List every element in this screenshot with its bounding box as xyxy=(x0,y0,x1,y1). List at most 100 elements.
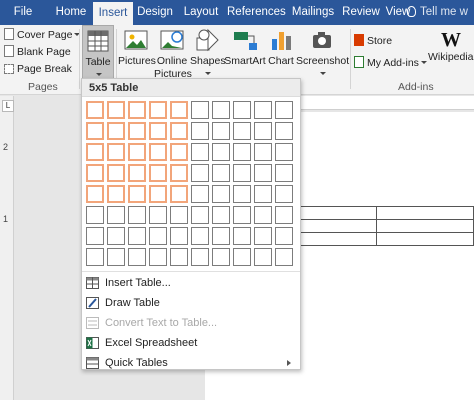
grid-cell[interactable] xyxy=(191,101,209,119)
tell-me-search[interactable]: Tell me w xyxy=(407,0,468,25)
grid-cell[interactable] xyxy=(254,206,272,224)
grid-cell[interactable] xyxy=(212,164,230,182)
grid-cell[interactable] xyxy=(86,227,104,245)
grid-cell-selected[interactable] xyxy=(128,122,146,140)
grid-cell[interactable] xyxy=(233,185,251,203)
grid-cell-selected[interactable] xyxy=(86,101,104,119)
tab-file[interactable]: File xyxy=(7,0,39,25)
grid-cell[interactable] xyxy=(233,206,251,224)
grid-cell-selected[interactable] xyxy=(149,101,167,119)
online-pictures-button[interactable]: Online Pictures xyxy=(154,27,192,81)
table-cell[interactable] xyxy=(298,232,377,246)
grid-cell-selected[interactable] xyxy=(107,122,125,140)
grid-cell[interactable] xyxy=(86,248,104,266)
grid-cell[interactable] xyxy=(86,206,104,224)
grid-cell-selected[interactable] xyxy=(149,164,167,182)
grid-cell[interactable] xyxy=(107,206,125,224)
excel-spreadsheet-item[interactable]: Excel Spreadsheet xyxy=(82,333,300,353)
quick-tables-item[interactable]: Quick Tables xyxy=(82,353,300,373)
grid-cell-selected[interactable] xyxy=(86,143,104,161)
grid-cell-selected[interactable] xyxy=(128,185,146,203)
grid-cell-selected[interactable] xyxy=(107,143,125,161)
grid-cell[interactable] xyxy=(254,248,272,266)
grid-cell[interactable] xyxy=(191,206,209,224)
grid-cell-selected[interactable] xyxy=(149,143,167,161)
grid-cell[interactable] xyxy=(149,248,167,266)
grid-cell[interactable] xyxy=(128,248,146,266)
screenshot-button[interactable]: Screenshot xyxy=(296,27,349,81)
shapes-button[interactable]: Shapes xyxy=(190,27,226,81)
grid-cell[interactable] xyxy=(212,248,230,266)
grid-cell[interactable] xyxy=(191,122,209,140)
grid-cell[interactable] xyxy=(254,227,272,245)
draw-table-item[interactable]: Draw Table xyxy=(82,293,300,313)
grid-cell[interactable] xyxy=(212,143,230,161)
grid-cell[interactable] xyxy=(254,185,272,203)
grid-cell-selected[interactable] xyxy=(170,164,188,182)
grid-cell[interactable] xyxy=(191,143,209,161)
table-cell[interactable] xyxy=(376,219,474,233)
grid-cell[interactable] xyxy=(233,122,251,140)
table-cell[interactable] xyxy=(376,206,474,220)
table-cell[interactable] xyxy=(298,219,377,233)
cover-page-button[interactable]: Cover Page xyxy=(4,27,81,44)
grid-cell-selected[interactable] xyxy=(170,101,188,119)
grid-cell[interactable] xyxy=(191,185,209,203)
grid-cell[interactable] xyxy=(212,101,230,119)
wikipedia-button[interactable]: W Wikipedia xyxy=(428,29,474,64)
grid-cell[interactable] xyxy=(212,185,230,203)
grid-cell[interactable] xyxy=(233,248,251,266)
grid-cell-selected[interactable] xyxy=(86,185,104,203)
grid-cell-selected[interactable] xyxy=(107,185,125,203)
grid-cell[interactable] xyxy=(107,248,125,266)
grid-cell[interactable] xyxy=(275,248,293,266)
my-addins-button[interactable]: My Add-ins xyxy=(354,55,427,72)
table-cell[interactable] xyxy=(298,206,377,220)
grid-cell-selected[interactable] xyxy=(107,164,125,182)
table-size-grid[interactable] xyxy=(86,101,298,269)
grid-cell-selected[interactable] xyxy=(128,143,146,161)
tab-layout[interactable]: Layout xyxy=(181,0,221,25)
grid-cell-selected[interactable] xyxy=(149,122,167,140)
grid-cell[interactable] xyxy=(254,122,272,140)
tab-home[interactable]: Home xyxy=(52,0,90,25)
grid-cell[interactable] xyxy=(233,101,251,119)
tab-review[interactable]: Review xyxy=(341,0,381,25)
grid-cell[interactable] xyxy=(212,122,230,140)
chart-button[interactable]: Chart xyxy=(266,27,296,68)
tab-references[interactable]: References xyxy=(227,0,286,25)
blank-page-button[interactable]: Blank Page xyxy=(4,44,71,61)
grid-cell[interactable] xyxy=(275,101,293,119)
grid-cell-selected[interactable] xyxy=(170,143,188,161)
grid-cell[interactable] xyxy=(170,206,188,224)
grid-cell[interactable] xyxy=(170,248,188,266)
grid-cell-selected[interactable] xyxy=(86,164,104,182)
page-break-button[interactable]: Page Break xyxy=(4,61,72,78)
store-button[interactable]: Store xyxy=(354,33,392,50)
grid-cell[interactable] xyxy=(254,164,272,182)
grid-cell-selected[interactable] xyxy=(170,185,188,203)
table-cell[interactable] xyxy=(376,232,474,246)
grid-cell[interactable] xyxy=(191,248,209,266)
grid-cell[interactable] xyxy=(149,227,167,245)
grid-cell[interactable] xyxy=(212,227,230,245)
pictures-button[interactable]: Pictures xyxy=(118,27,156,68)
grid-cell-selected[interactable] xyxy=(149,185,167,203)
document-table[interactable] xyxy=(298,206,474,246)
grid-cell-selected[interactable] xyxy=(128,101,146,119)
grid-cell[interactable] xyxy=(170,227,188,245)
grid-cell[interactable] xyxy=(191,227,209,245)
grid-cell[interactable] xyxy=(275,122,293,140)
insert-table-item[interactable]: Insert Table... xyxy=(82,273,300,293)
grid-cell[interactable] xyxy=(128,206,146,224)
tab-insert[interactable]: Insert xyxy=(93,2,133,25)
tab-mailings[interactable]: Mailings xyxy=(288,0,338,25)
grid-cell[interactable] xyxy=(233,164,251,182)
grid-cell[interactable] xyxy=(275,164,293,182)
grid-cell[interactable] xyxy=(275,185,293,203)
grid-cell-selected[interactable] xyxy=(86,122,104,140)
grid-cell[interactable] xyxy=(275,143,293,161)
grid-cell[interactable] xyxy=(275,206,293,224)
grid-cell[interactable] xyxy=(128,227,146,245)
tab-design[interactable]: Design xyxy=(135,0,175,25)
